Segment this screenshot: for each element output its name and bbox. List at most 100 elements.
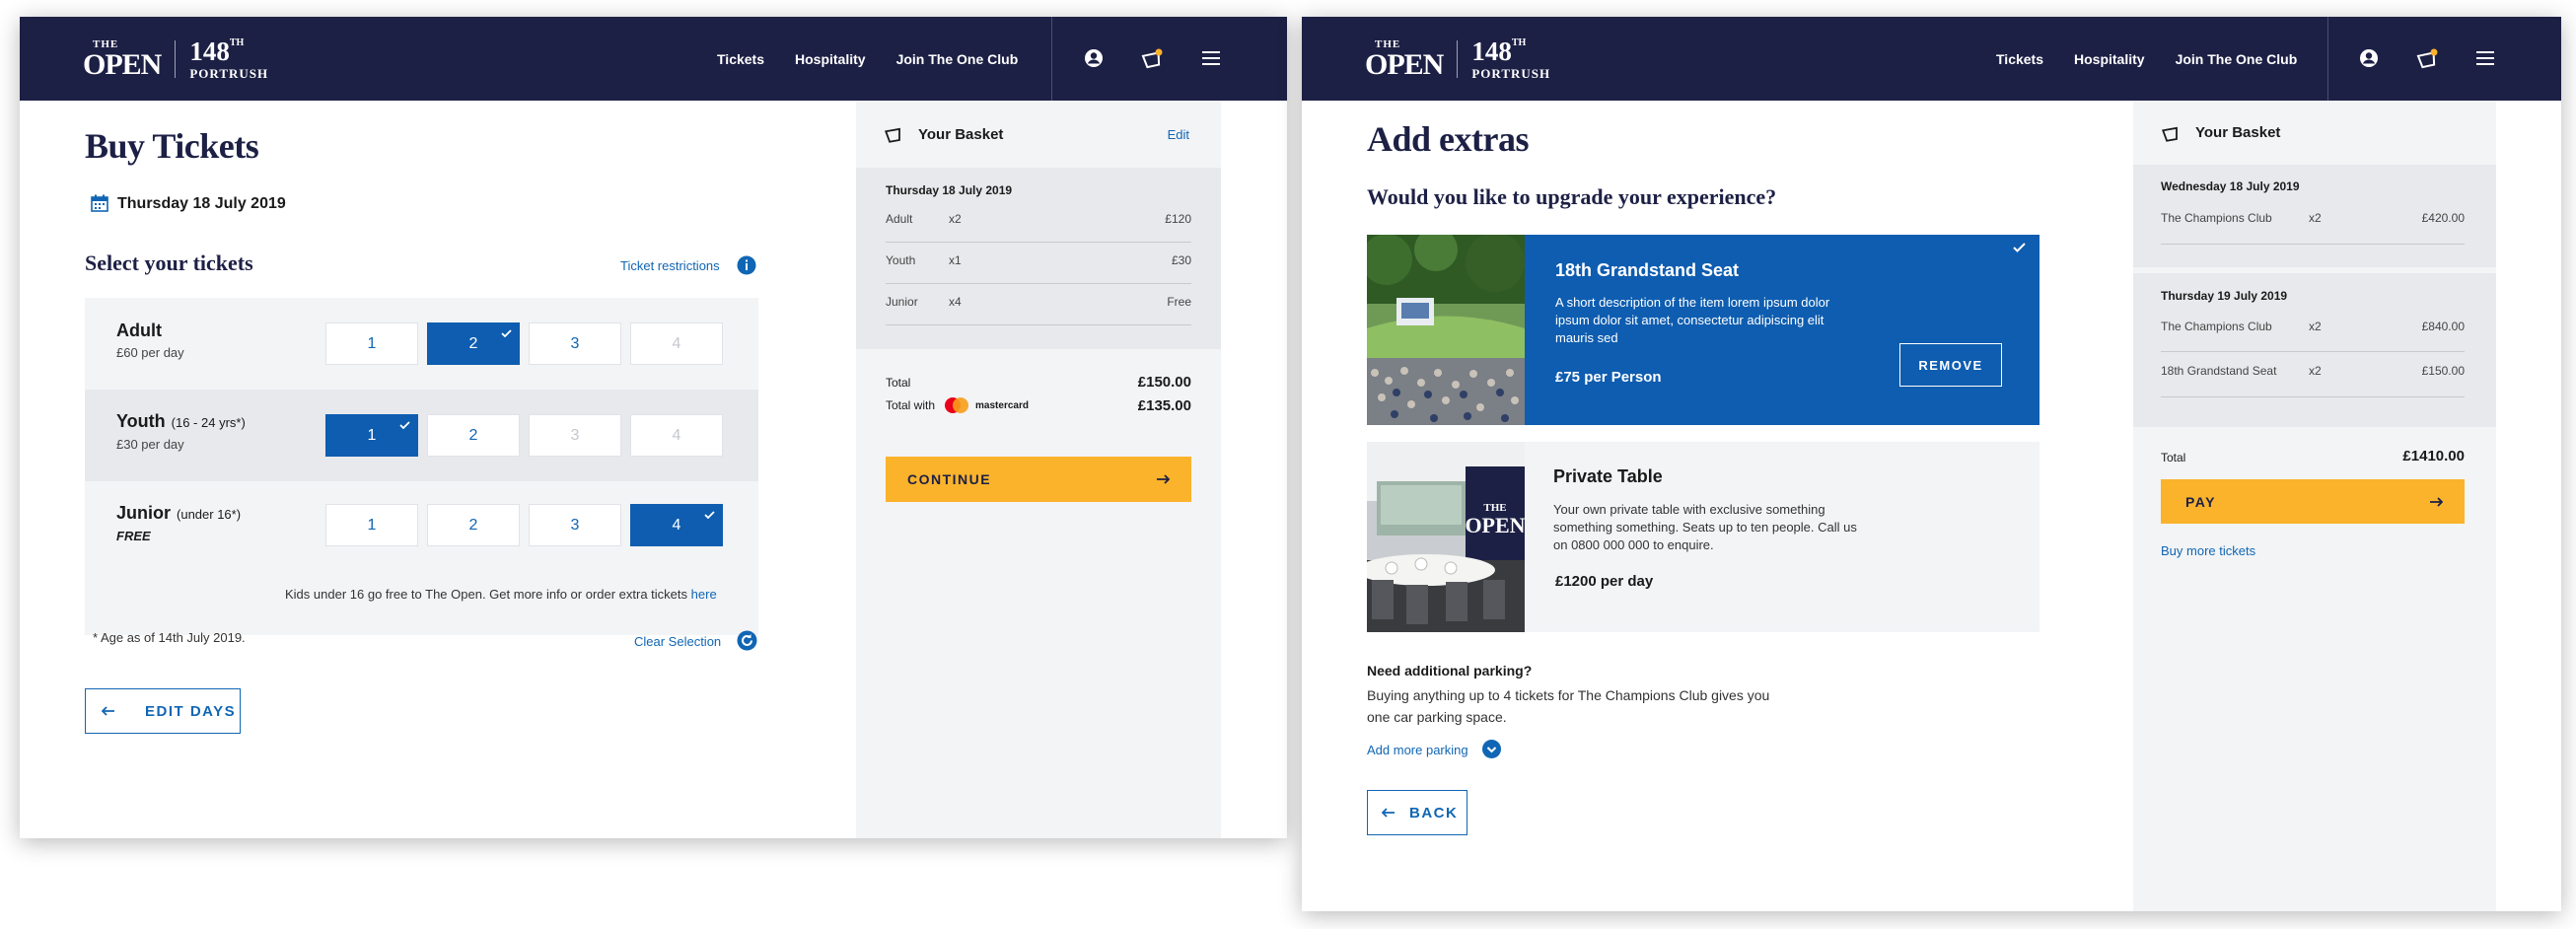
- youth-qty-2[interactable]: 2: [427, 414, 520, 457]
- basket-header: Your Basket Edit: [856, 101, 1221, 168]
- junior-qty-4-label: 4: [672, 516, 681, 534]
- adult-qty-1[interactable]: 1: [325, 322, 418, 365]
- add-more-parking-link[interactable]: Add more parking: [1367, 743, 1468, 757]
- pay-button[interactable]: PAY: [2161, 479, 2465, 524]
- selected-date: Thursday 18 July 2019: [117, 195, 286, 212]
- page-title: Buy Tickets: [85, 126, 259, 166]
- logo-open: OPEN: [1365, 47, 1444, 81]
- select-tickets-heading: Select your tickets: [85, 250, 253, 275]
- extra-price: £1200 per day: [1555, 573, 1654, 590]
- back-button[interactable]: BACK: [1367, 790, 1467, 835]
- basket-day-block: Thursday 19 July 2019 The Champions Club…: [2133, 273, 2496, 427]
- kids-note-text: Kids under 16 go free to The Open. Get m…: [285, 587, 688, 602]
- add-extras-screen: THE OPEN 148TH PORTRUSH Tickets Hospitalit…: [1302, 17, 2561, 911]
- edit-days-button[interactable]: EDIT DAYS: [85, 688, 241, 734]
- total-value: £1410.00: [2402, 448, 2465, 464]
- account-icon[interactable]: [2356, 45, 2382, 71]
- basket-total: Total £1410.00: [2161, 448, 2465, 464]
- parking-heading: Need additional parking?: [1367, 663, 1533, 679]
- basket-header: Your Basket: [2133, 101, 2496, 165]
- basket-line-youth: Youth x1 £30: [886, 253, 1191, 267]
- total-label: Total: [886, 376, 911, 390]
- line-qty: x2: [949, 212, 962, 226]
- buy-more-tickets-link[interactable]: Buy more tickets: [2161, 543, 2255, 558]
- ticket-restrictions-link[interactable]: Ticket restrictions: [620, 258, 720, 273]
- continue-button[interactable]: CONTINUE: [886, 457, 1191, 502]
- junior-qty-2[interactable]: 2: [427, 504, 520, 546]
- logo-venue: PORTRUSH: [1471, 66, 1551, 81]
- basket-icon[interactable]: [1139, 45, 1165, 71]
- line-qty: x4: [949, 295, 962, 309]
- basket-panel: Your Basket Edit Thursday 18 July 2019 A…: [856, 101, 1221, 838]
- basket-day-block: Wednesday 18 July 2019 The Champions Clu…: [2133, 165, 2496, 267]
- logo-divider: [1457, 40, 1459, 78]
- basket-day: Thursday 19 July 2019: [2161, 289, 2288, 303]
- account-icon[interactable]: [1081, 45, 1107, 71]
- junior-qty-4[interactable]: 4: [630, 504, 723, 546]
- parking-text: Buying anything up to 4 tickets for The …: [1367, 687, 1770, 725]
- grandstand-photo: [1367, 235, 1525, 425]
- private-table-image: THE OPEN: [1367, 442, 1525, 632]
- basket-title: Your Basket: [2195, 124, 2281, 141]
- menu-icon[interactable]: [2472, 45, 2498, 71]
- check-icon: [704, 511, 715, 519]
- nav-join-one-club[interactable]: Join The One Club: [2176, 51, 2298, 67]
- refresh-icon[interactable]: [737, 630, 757, 651]
- basket-edit-link[interactable]: Edit: [1168, 127, 1189, 142]
- the-open-logo[interactable]: THE OPEN 148TH PORTRUSH: [83, 36, 268, 82]
- arrow-left-icon: [1382, 808, 1395, 818]
- nav-hospitality[interactable]: Hospitality: [795, 51, 866, 67]
- adult-qty-4: 4: [630, 322, 723, 365]
- remove-button[interactable]: REMOVE: [1899, 343, 2002, 387]
- extra-description: A short description of the item lorem ip…: [1555, 295, 1830, 345]
- age-note: * Age as of 14th July 2019.: [93, 630, 246, 645]
- basket-icon[interactable]: [2414, 45, 2440, 71]
- info-icon[interactable]: [737, 255, 756, 275]
- ticket-row-junior: Junior (under 16*) FREE 1 2 3 4 Kids unde…: [85, 481, 758, 635]
- extra-price: £75 per Person: [1555, 369, 1662, 386]
- logo-edition: 148TH: [189, 38, 268, 65]
- clear-selection-link[interactable]: Clear Selection: [634, 634, 721, 649]
- line-label: Adult: [886, 212, 913, 226]
- logo-venue: PORTRUSH: [189, 66, 269, 81]
- adult-qty-2[interactable]: 2: [427, 322, 520, 365]
- basket-line: 18th Grandstand Seat x2 £150.00: [2161, 364, 2465, 378]
- line-price: £150.00: [2421, 364, 2465, 378]
- kids-here-link[interactable]: here: [691, 587, 717, 602]
- edit-days-label: EDIT DAYS: [145, 702, 237, 720]
- line-qty: x2: [2309, 320, 2322, 333]
- extra-card-private-table[interactable]: THE OPEN Private Table Your own private …: [1367, 442, 2039, 632]
- extra-card-grandstand[interactable]: 18th Grandstand Seat A short description…: [1367, 235, 2039, 425]
- line-label: The Champions Club: [2161, 320, 2272, 333]
- nav-tickets[interactable]: Tickets: [1996, 51, 2043, 67]
- line-price: Free: [1167, 295, 1191, 309]
- basket-line-junior: Junior x4 Free: [886, 295, 1191, 309]
- basket-line: The Champions Club x2 £420.00: [2161, 211, 2465, 225]
- basket-line: The Champions Club x2 £840.00: [2161, 320, 2465, 333]
- junior-qty-1[interactable]: 1: [325, 504, 418, 546]
- chevron-down-icon[interactable]: [1482, 740, 1501, 758]
- line-price: £420.00: [2421, 211, 2465, 225]
- youth-qty-1[interactable]: 1: [325, 414, 418, 457]
- nav-divider: [1051, 17, 1052, 101]
- check-icon: [501, 329, 512, 337]
- adult-qty-2-label: 2: [468, 334, 478, 352]
- check-icon: [2013, 243, 2026, 252]
- basket-day: Thursday 18 July 2019: [886, 183, 1013, 197]
- the-open-logo[interactable]: THE OPEN 148TH PORTRUSH: [1365, 36, 1550, 82]
- svg-text:OPEN: OPEN: [1465, 513, 1525, 537]
- adult-qty-3[interactable]: 3: [529, 322, 621, 365]
- menu-icon[interactable]: [1198, 45, 1224, 71]
- nav-join-one-club[interactable]: Join The One Club: [896, 51, 1019, 67]
- adult-label: Adult: [116, 321, 162, 341]
- basket-day-block: Thursday 18 July 2019 Adult x2 £120 Youth x…: [856, 168, 1221, 349]
- junior-qty-3[interactable]: 3: [529, 504, 621, 546]
- back-label: BACK: [1409, 804, 1459, 822]
- nav-tickets[interactable]: Tickets: [717, 51, 764, 67]
- divider: [886, 242, 1191, 243]
- ticket-row-adult: Adult £60 per day 1 2 3 4: [85, 298, 758, 390]
- arrow-left-icon: [102, 706, 114, 716]
- line-label: The Champions Club: [2161, 211, 2272, 225]
- nav-hospitality[interactable]: Hospitality: [2074, 51, 2145, 67]
- youth-age: (16 - 24 yrs*): [171, 415, 246, 430]
